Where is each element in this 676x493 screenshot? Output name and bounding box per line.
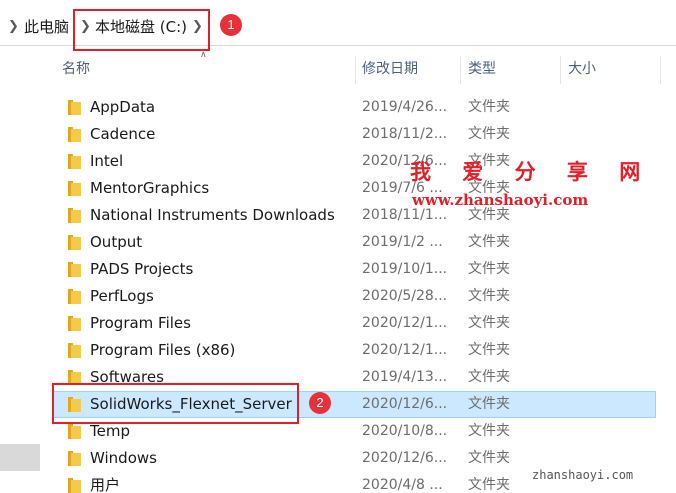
file-type: 文件夹 — [468, 261, 510, 277]
file-type: 文件夹 — [468, 477, 510, 493]
watermark-title: 我 爱 分 享 网 — [410, 160, 653, 184]
annotation-box-breadcrumb — [73, 9, 210, 51]
file-date: 2019/4/26... — [362, 99, 448, 115]
navigation-pane[interactable] — [0, 52, 40, 493]
file-row-pads-projects[interactable]: PADS Projects 2019/10/1... 文件夹 — [52, 256, 656, 283]
column-header-date[interactable]: 修改日期 — [362, 52, 418, 86]
file-type: 文件夹 — [468, 342, 510, 358]
file-date: 2020/12/6... — [362, 450, 448, 466]
folder-icon — [68, 343, 81, 358]
folder-icon — [68, 235, 81, 250]
column-header-size[interactable]: 大小 — [568, 52, 596, 86]
file-name: Intel — [90, 152, 124, 170]
file-row-cadence[interactable]: Cadence 2018/11/2... 文件夹 — [52, 121, 656, 148]
folder-icon — [68, 289, 81, 304]
file-row-perflogs[interactable]: PerfLogs 2020/5/28... 文件夹 — [52, 283, 656, 310]
file-name: 用户 — [90, 476, 121, 493]
file-date: 2020/12/1... — [362, 315, 448, 331]
chevron-right-icon[interactable]: ❯ — [8, 18, 19, 36]
file-name: National Instruments Downloads — [90, 206, 335, 224]
folder-icon — [68, 478, 81, 493]
column-header-row: 名称 修改日期 类型 大小 — [40, 52, 676, 86]
column-header-type[interactable]: 类型 — [468, 52, 496, 86]
file-type: 文件夹 — [468, 423, 510, 439]
file-date: 2018/11/2... — [362, 126, 448, 142]
folder-icon — [68, 208, 81, 223]
file-date: 2020/10/8... — [362, 423, 448, 439]
watermark-corner: zhanshaoyi.com — [532, 468, 634, 482]
file-type: 文件夹 — [468, 288, 510, 304]
watermark-url: www.zhanshaoyi.com — [412, 191, 589, 209]
file-row-output[interactable]: Output 2019/1/2 ... 文件夹 — [52, 229, 656, 256]
file-date: 2019/4/13... — [362, 369, 448, 385]
file-type: 文件夹 — [468, 450, 510, 466]
folder-icon — [68, 127, 81, 142]
folder-icon — [68, 316, 81, 331]
file-type: 文件夹 — [468, 396, 510, 412]
file-name: Program Files (x86) — [90, 341, 236, 359]
file-date: 2020/5/28... — [362, 288, 448, 304]
file-type: 文件夹 — [468, 234, 510, 250]
folder-icon — [68, 181, 81, 196]
folder-icon — [68, 451, 81, 466]
navigation-pane-selected-item[interactable] — [0, 444, 40, 471]
folder-icon — [68, 424, 81, 439]
file-date: 2020/4/8 ... — [362, 477, 443, 493]
column-divider[interactable] — [460, 56, 461, 84]
file-date: 2019/10/1... — [362, 261, 448, 277]
folder-icon — [68, 154, 81, 169]
column-divider[interactable] — [560, 56, 561, 84]
annotation-box-selected-folder — [52, 383, 299, 424]
file-type: 文件夹 — [468, 126, 510, 142]
folder-icon — [68, 100, 81, 115]
file-type: 文件夹 — [468, 369, 510, 385]
folder-icon — [68, 262, 81, 277]
file-name: PerfLogs — [90, 287, 154, 305]
file-row-program-files-x86[interactable]: Program Files (x86) 2020/12/1... 文件夹 — [52, 337, 656, 364]
file-name: MentorGraphics — [90, 179, 210, 197]
file-type: 文件夹 — [468, 99, 510, 115]
file-date: 2020/12/6... — [362, 396, 448, 412]
file-name: PADS Projects — [90, 260, 194, 278]
file-row-program-files[interactable]: Program Files 2020/12/1... 文件夹 — [52, 310, 656, 337]
annotation-badge-1: 1 — [220, 14, 242, 36]
sort-ascending-icon: ∧ — [200, 50, 207, 60]
annotation-badge-2: 2 — [309, 392, 331, 414]
file-name: Program Files — [90, 314, 191, 332]
breadcrumb-this-pc[interactable]: 此电脑 — [24, 18, 69, 36]
file-name: Cadence — [90, 125, 156, 143]
file-name: Windows — [90, 449, 157, 467]
file-row-appdata[interactable]: AppData 2019/4/26... 文件夹 — [52, 94, 656, 121]
column-divider[interactable] — [660, 56, 661, 84]
file-name: Output — [90, 233, 143, 251]
column-header-name[interactable]: 名称 — [62, 52, 90, 86]
column-divider[interactable] — [355, 56, 356, 84]
file-name: AppData — [90, 98, 156, 116]
file-date: 2019/1/2 ... — [362, 234, 443, 250]
file-date: 2020/12/1... — [362, 342, 448, 358]
file-type: 文件夹 — [468, 315, 510, 331]
